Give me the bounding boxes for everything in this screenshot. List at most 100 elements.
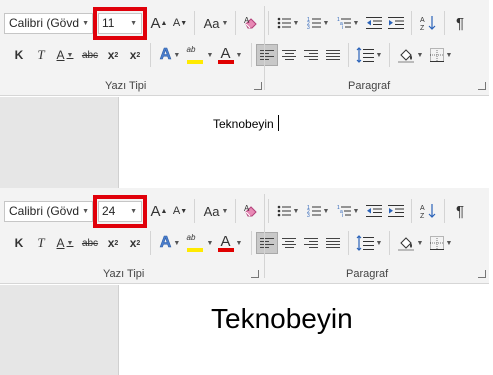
bullets-icon bbox=[277, 205, 291, 217]
dialog-launcher-icon[interactable] bbox=[251, 270, 259, 278]
shading-icon bbox=[397, 237, 414, 251]
group-separator bbox=[251, 231, 252, 255]
superscript-mark: 2 bbox=[136, 51, 141, 59]
change-case-button[interactable]: Aa ▼ bbox=[201, 200, 231, 222]
increase-indent-button[interactable] bbox=[385, 200, 407, 222]
bullets-button[interactable]: ▼ bbox=[273, 200, 303, 222]
font-name-combobox[interactable]: Calibri (Gövd ▼ bbox=[4, 200, 93, 222]
document-text[interactable]: Teknobeyin bbox=[213, 115, 279, 131]
ribbon-row-2: K T A ▼ abc x2 x2 A ▼ ab ▼ A ▼ ▼ ▼ ▼ bbox=[4, 43, 456, 67]
justify-button[interactable] bbox=[322, 232, 344, 254]
document-page[interactable]: Teknobeyin bbox=[118, 97, 493, 188]
underline-button[interactable]: A ▼ bbox=[52, 44, 78, 66]
superscript-button[interactable]: x2 bbox=[124, 232, 146, 254]
separator bbox=[444, 199, 445, 223]
document-page[interactable]: Teknobeyin bbox=[118, 285, 493, 375]
numbering-button[interactable]: 1 2 3 ▼ bbox=[303, 200, 333, 222]
clear-formatting-button[interactable]: A bbox=[240, 200, 262, 222]
bold-button[interactable]: K bbox=[8, 44, 30, 66]
font-size-value: 11 bbox=[102, 16, 115, 30]
align-left-button[interactable] bbox=[256, 44, 278, 66]
subscript-label: x bbox=[107, 48, 115, 62]
document-area: Teknobeyin bbox=[0, 97, 493, 188]
shrink-font-button[interactable]: A ▼ bbox=[170, 12, 190, 34]
group-separator bbox=[251, 43, 252, 67]
sort-button[interactable]: AZ bbox=[416, 200, 440, 222]
justify-icon bbox=[326, 50, 340, 60]
shading-button[interactable]: ▼ bbox=[394, 44, 426, 66]
document-text[interactable]: Teknobeyin bbox=[211, 303, 353, 335]
superscript-button[interactable]: x2 bbox=[124, 44, 146, 66]
italic-button[interactable]: T bbox=[30, 44, 52, 66]
bold-button[interactable]: K bbox=[8, 232, 30, 254]
grow-font-button[interactable]: A ▲ bbox=[148, 12, 170, 34]
align-left-button[interactable] bbox=[256, 232, 278, 254]
text-effects-button[interactable]: A ▼ bbox=[155, 44, 185, 66]
underline-label: A bbox=[56, 236, 65, 250]
subscript-button[interactable]: x2 bbox=[102, 232, 124, 254]
decrease-indent-button[interactable] bbox=[363, 200, 385, 222]
chevron-down-icon[interactable]: ▼ bbox=[130, 208, 137, 215]
separator bbox=[348, 231, 349, 255]
svg-text:A: A bbox=[420, 205, 425, 212]
separator bbox=[348, 43, 349, 67]
italic-button[interactable]: T bbox=[30, 232, 52, 254]
svg-text:i: i bbox=[342, 25, 343, 30]
strikethrough-button[interactable]: abc bbox=[78, 44, 102, 66]
underline-button[interactable]: A ▼ bbox=[52, 232, 78, 254]
align-right-button[interactable] bbox=[300, 44, 322, 66]
font-size-combobox[interactable]: 11 ▼ bbox=[93, 6, 147, 40]
svg-text:3: 3 bbox=[307, 213, 310, 218]
grow-font-button[interactable]: A ▲ bbox=[148, 200, 170, 222]
sort-button[interactable]: AZ bbox=[416, 12, 440, 34]
svg-text:A: A bbox=[244, 204, 250, 213]
separator bbox=[194, 11, 195, 35]
increase-indent-button[interactable] bbox=[385, 12, 407, 34]
align-center-button[interactable] bbox=[278, 44, 300, 66]
show-hide-marks-button[interactable]: ¶ bbox=[449, 12, 471, 34]
line-spacing-button[interactable]: ▼ bbox=[353, 232, 385, 254]
borders-button[interactable]: ▼ bbox=[426, 44, 456, 66]
highlight-color-button[interactable]: ab ▼ bbox=[185, 232, 215, 254]
dialog-launcher-icon[interactable] bbox=[478, 270, 486, 278]
dialog-launcher-icon[interactable] bbox=[478, 82, 486, 90]
multilevel-list-button[interactable]: 1 a i ▼ bbox=[333, 200, 363, 222]
numbering-icon: 123 bbox=[307, 17, 321, 30]
chevron-down-icon[interactable]: ▼ bbox=[82, 20, 89, 27]
grow-font-label: A bbox=[150, 14, 161, 32]
bullets-button[interactable]: ▼ bbox=[273, 12, 303, 34]
multilevel-list-button[interactable]: 1 a i ▼ bbox=[333, 12, 363, 34]
subscript-button[interactable]: x2 bbox=[102, 44, 124, 66]
font-color-button[interactable]: A ▼ bbox=[215, 232, 245, 254]
font-name-combobox[interactable]: Calibri (Gövd ▼ bbox=[4, 12, 93, 34]
chevron-down-icon[interactable]: ▼ bbox=[82, 208, 89, 215]
decrease-indent-button[interactable] bbox=[363, 12, 385, 34]
shading-button[interactable]: ▼ bbox=[394, 232, 426, 254]
ribbon-row-2: K T A ▼ abc x2 x2 A ▼ ab ▼ A ▼ ▼ ▼ ▼ bbox=[4, 231, 456, 255]
change-case-button[interactable]: Aa ▼ bbox=[201, 12, 231, 34]
borders-button[interactable]: ▼ bbox=[426, 232, 456, 254]
shrink-font-button[interactable]: A ▼ bbox=[170, 200, 190, 222]
highlight-color-button[interactable]: ab ▼ bbox=[185, 44, 215, 66]
font-size-combobox[interactable]: 24 ▼ bbox=[93, 194, 147, 228]
line-spacing-button[interactable]: ▼ bbox=[353, 44, 385, 66]
chevron-down-icon[interactable]: ▼ bbox=[130, 20, 137, 27]
clear-formatting-button[interactable]: A bbox=[240, 12, 262, 34]
separator bbox=[389, 43, 390, 67]
text-effects-button[interactable]: A ▼ bbox=[155, 232, 185, 254]
ribbon-row-1: Calibri (Gövd ▼ 24 ▼ A ▲ A ▼ Aa ▼ A ▼ 1 2 3 ▼ bbox=[4, 194, 471, 228]
align-center-button[interactable] bbox=[278, 232, 300, 254]
justify-icon bbox=[326, 238, 340, 248]
strikethrough-button[interactable]: abc bbox=[78, 232, 102, 254]
show-hide-marks-button[interactable]: ¶ bbox=[449, 200, 471, 222]
align-right-button[interactable] bbox=[300, 232, 322, 254]
line-spacing-icon bbox=[356, 235, 374, 251]
numbering-button[interactable]: 1 2 3 ▼ bbox=[303, 12, 333, 34]
dialog-launcher-icon[interactable] bbox=[254, 82, 262, 90]
align-left-icon bbox=[260, 238, 274, 248]
highlighter-icon: ab bbox=[186, 233, 205, 253]
borders-icon bbox=[429, 236, 444, 250]
justify-button[interactable] bbox=[322, 44, 344, 66]
font-color-button[interactable]: A ▼ bbox=[215, 44, 245, 66]
ribbon-row-1: Calibri (Gövd ▼ 11 ▼ A ▲ A ▼ Aa ▼ A ▼ 1 2 3 ▼ bbox=[4, 6, 471, 40]
